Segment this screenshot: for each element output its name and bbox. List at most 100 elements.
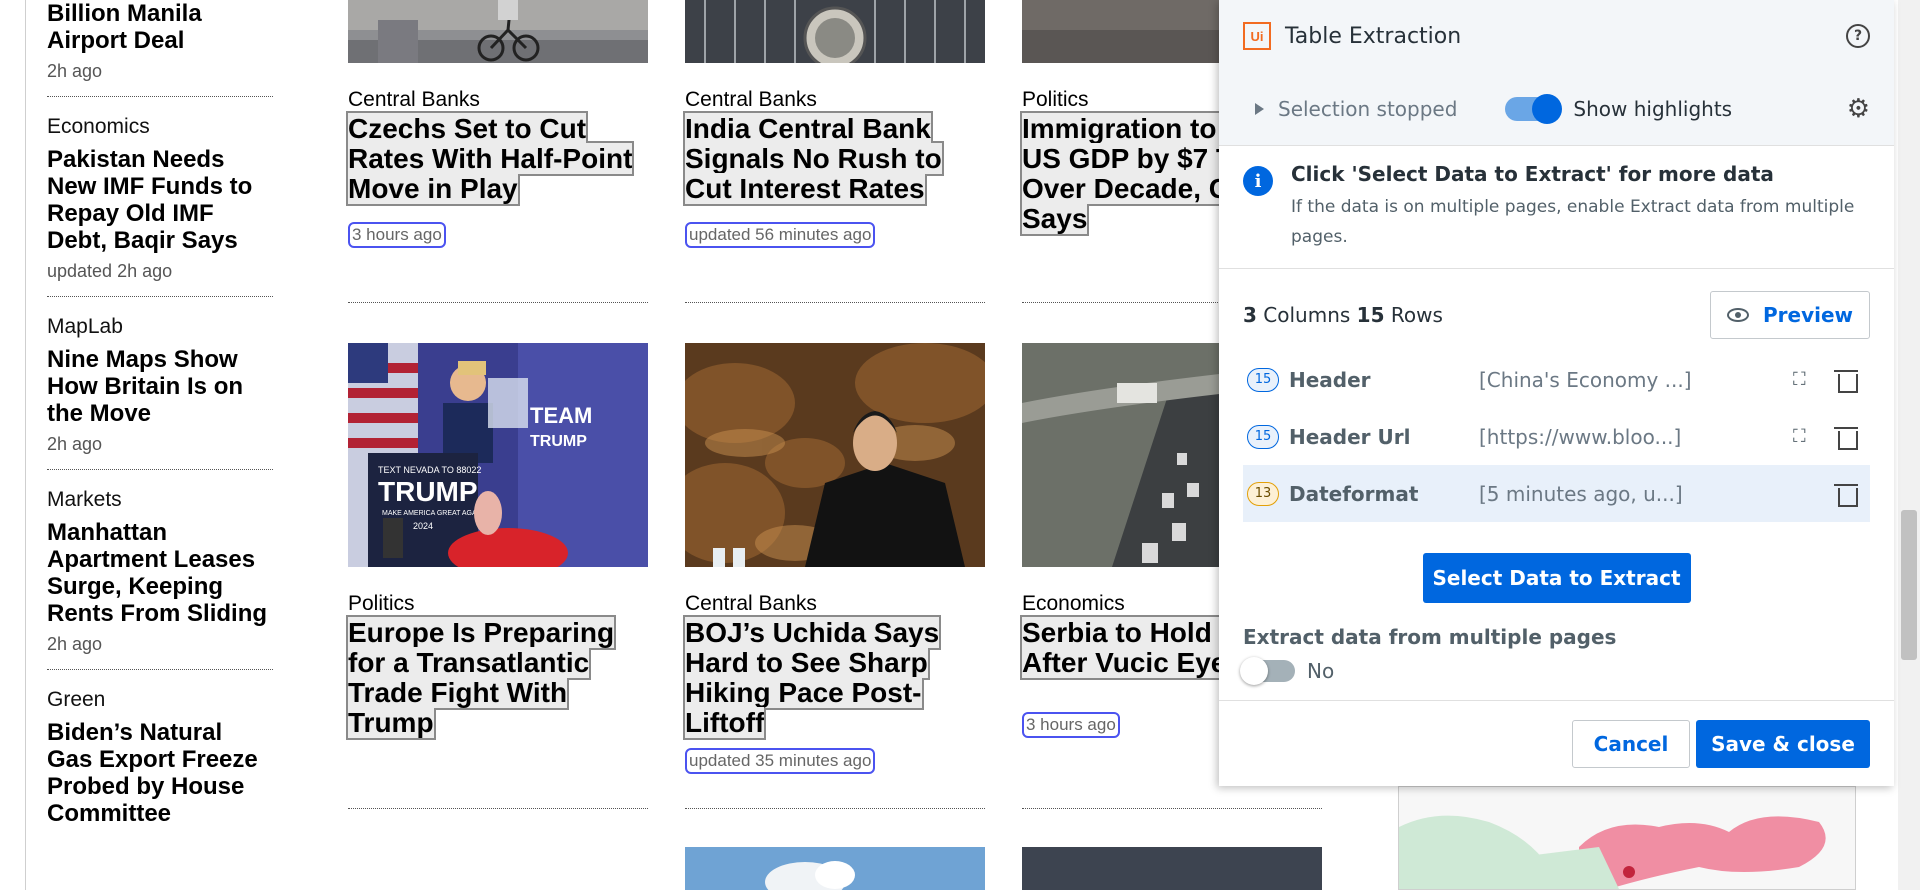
story-photo: [765, 861, 855, 890]
story-image-dark[interactable]: [1022, 847, 1322, 890]
info-text: If the data is on multiple pages, enable…: [1291, 197, 1855, 247]
story-time: 3 hours ago: [348, 222, 446, 248]
selection-status: Selection stopped: [1278, 96, 1458, 121]
rows-count: 15: [1356, 303, 1385, 327]
story-image-bank-seal[interactable]: [685, 0, 985, 63]
podium-sign-top-text: TEXT NEVADA TO 88022: [378, 465, 481, 475]
story-photo: TEAM TRUMP TEXT NEVADA TO 88022 TRUMP MA…: [348, 343, 648, 567]
sidebar-story[interactable]: MapLab Nine Maps Show How Britain Is on …: [47, 314, 273, 470]
cancel-button[interactable]: Cancel: [1572, 719, 1690, 768]
sidebar-story-title[interactable]: Manhattan Apartment Leases Surge, Keepin…: [47, 519, 273, 627]
story-image-rally[interactable]: TEAM TRUMP TEXT NEVADA TO 88022 TRUMP MA…: [348, 343, 648, 567]
sidebar-story-title[interactable]: Pakistan Needs New IMF Funds to Repay Ol…: [47, 146, 273, 254]
trash-icon[interactable]: [1834, 483, 1858, 507]
story-headline[interactable]: BOJ’s Uchida Says Hard to See Sharp Hiki…: [682, 615, 985, 740]
card-divider: [348, 302, 648, 303]
column-sample-value: [5 minutes ago, u...]: [1479, 481, 1683, 506]
multiple-pages-value: No: [1307, 659, 1335, 683]
sidebar-story-category[interactable]: Economics: [47, 114, 273, 140]
preview-button[interactable]: Preview: [1710, 291, 1870, 339]
column-name[interactable]: Dateformat: [1289, 482, 1479, 506]
sidebar-story[interactable]: Economics Pakistan Needs New IMF Funds t…: [47, 114, 273, 297]
help-icon[interactable]: ?: [1846, 24, 1870, 48]
story-headline-text[interactable]: India Central Bank Signals No Rush to Cu…: [683, 111, 944, 206]
column-row-header-url[interactable]: 15 Header Url [https://www.bloo...] ⛶: [1243, 408, 1870, 465]
sidebar-story[interactable]: Green Biden’s Natural Gas Export Freeze …: [47, 687, 273, 839]
story-image-clouds[interactable]: [685, 847, 985, 890]
panel-header: Ui Table Extraction ?: [1219, 0, 1894, 72]
page-scrollbar[interactable]: [1898, 0, 1920, 890]
multiple-pages-setting: No: [1240, 657, 1894, 685]
map-widget[interactable]: [1398, 786, 1856, 890]
selection-status-bar: Selection stopped Show highlights ⚙: [1219, 72, 1894, 146]
select-data-button[interactable]: Select Data to Extract: [1422, 553, 1691, 603]
sidebar-story-category[interactable]: MapLab: [47, 314, 273, 340]
story-image-cyclists[interactable]: [348, 0, 648, 63]
eye-icon: [1726, 308, 1749, 322]
edit-selector-icon[interactable]: ⛶: [1793, 369, 1815, 390]
story-headline-text[interactable]: BOJ’s Uchida Says Hard to See Sharp Hiki…: [682, 615, 942, 740]
story-headline-text[interactable]: Europe Is Preparing for a Transatlantic …: [345, 615, 617, 740]
story-time: updated 56 minutes ago: [685, 222, 876, 248]
info-title: Click 'Select Data to Extract' for more …: [1291, 162, 1774, 186]
story-headline[interactable]: Europe Is Preparing for a Transatlantic …: [345, 615, 648, 740]
story-headline[interactable]: India Central Bank Signals No Rush to Cu…: [683, 111, 985, 206]
scrollbar-thumb[interactable]: [1901, 510, 1917, 660]
column-count-badge: 15: [1247, 367, 1279, 392]
column-name[interactable]: Header: [1289, 368, 1479, 392]
preview-label: Preview: [1762, 303, 1854, 327]
story-category[interactable]: Central Banks: [348, 88, 648, 112]
story-card[interactable]: Central Banks India Central Bank Signals…: [683, 0, 985, 303]
story-headline[interactable]: Czechs Set to Cut Rates With Half-Point …: [345, 111, 648, 206]
story-card[interactable]: TEAM TRUMP TEXT NEVADA TO 88022 TRUMP MA…: [345, 343, 648, 809]
story-category[interactable]: Politics: [348, 592, 648, 616]
trash-icon[interactable]: [1834, 369, 1858, 393]
story-photo: [348, 0, 648, 63]
column-row-dateformat[interactable]: 13 Dateformat [5 minutes ago, u...]: [1243, 465, 1870, 522]
sidebar-story[interactable]: Markets Manhattan Apartment Leases Surge…: [47, 487, 273, 670]
column-sample-value: [https://www.bloo...]: [1479, 424, 1682, 449]
story-photo: [685, 0, 985, 63]
story-category[interactable]: Central Banks: [685, 88, 985, 112]
story-time: 3 hours ago: [1022, 712, 1120, 738]
sidebar-story-category[interactable]: Green: [47, 687, 273, 713]
panel-title: Table Extraction: [1285, 23, 1462, 49]
column-count-badge: 15: [1247, 424, 1279, 449]
column-name[interactable]: Header Url: [1289, 425, 1479, 449]
sidebar-story-category[interactable]: Markets: [47, 487, 273, 513]
sidebar-story[interactable]: Highest Bid For $3 Billion Manila Airpor…: [47, 0, 273, 97]
story-card[interactable]: Central Banks BOJ’s Uchida Says Hard to …: [682, 343, 985, 809]
save-close-button[interactable]: Save & close: [1696, 719, 1870, 768]
play-icon[interactable]: [1255, 102, 1264, 115]
story-card[interactable]: Central Banks Czechs Set to Cut Rates Wi…: [345, 0, 648, 303]
story-headline-text[interactable]: Czechs Set to Cut Rates With Half-Point …: [345, 111, 635, 206]
story-photo: [685, 343, 985, 567]
story-image-official[interactable]: [685, 343, 985, 567]
sidebar-story-title[interactable]: Nine Maps Show How Britain Is on the Mov…: [47, 346, 273, 427]
multiple-pages-label: Extract data from multiple pages: [1243, 625, 1617, 649]
show-highlights-label: Show highlights: [1573, 96, 1733, 121]
story-time: updated 35 minutes ago: [685, 748, 876, 774]
column-sample-value: [China's Economy ...]: [1479, 367, 1692, 392]
podium-sign-sub-text: MAKE AMERICA GREAT AGAIN!: [382, 510, 486, 517]
story-category[interactable]: Central Banks: [685, 592, 985, 616]
show-highlights-toggle[interactable]: [1505, 93, 1563, 124]
panel-footer: Cancel Save & close: [1219, 700, 1894, 786]
columns-rows-count: 3 Columns 15 Rows: [1243, 303, 1443, 327]
columns-count: 3: [1243, 303, 1257, 327]
card-divider: [685, 808, 985, 809]
sidebar-story-time: 2h ago: [47, 634, 103, 654]
table-extraction-panel: Ui Table Extraction ? Selection stopped …: [1219, 0, 1894, 786]
card-divider: [685, 302, 985, 303]
sidebar-story-title[interactable]: Highest Bid For $3 Billion Manila Airpor…: [47, 0, 273, 54]
info-message: i Click 'Select Data to Extract' for mor…: [1219, 146, 1894, 269]
news-sidebar: Highest Bid For $3 Billion Manila Airpor…: [47, 0, 273, 856]
column-row-header[interactable]: 15 Header [China's Economy ...] ⛶: [1243, 351, 1870, 408]
edit-selector-icon[interactable]: ⛶: [1793, 426, 1815, 447]
trash-icon[interactable]: [1834, 426, 1858, 450]
rows-label: Rows: [1390, 303, 1443, 327]
multiple-pages-toggle[interactable]: [1240, 657, 1295, 685]
gear-icon[interactable]: ⚙: [1847, 94, 1870, 124]
card-divider: [348, 808, 648, 809]
sidebar-story-title[interactable]: Biden’s Natural Gas Export Freeze Probed…: [47, 719, 273, 827]
